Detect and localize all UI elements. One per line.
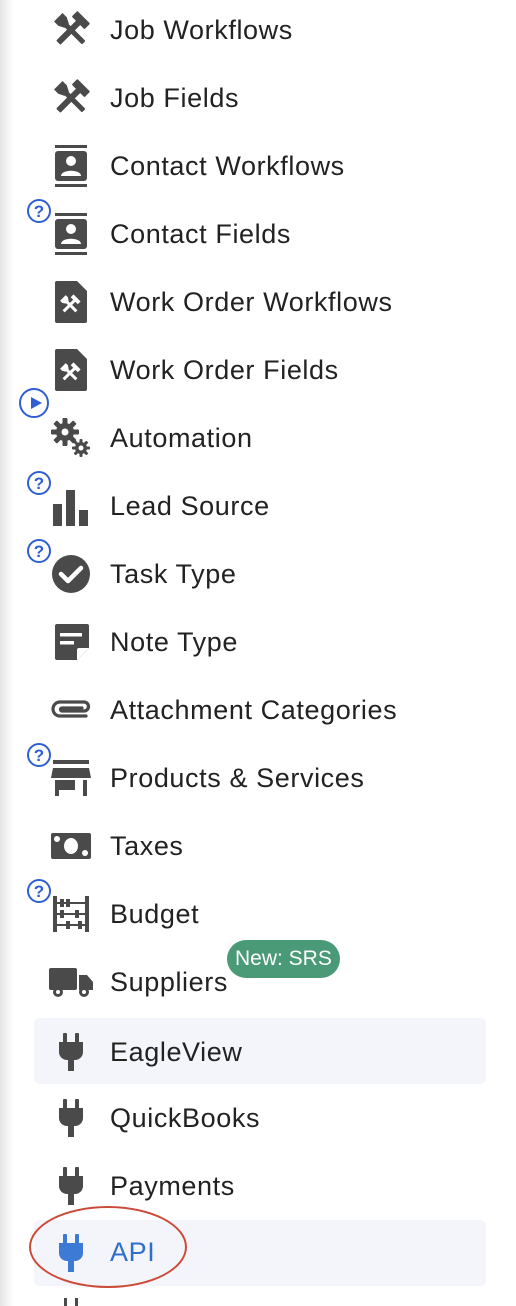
nav-item-label: Suppliers (110, 967, 228, 997)
help-icon[interactable]: ? (27, 199, 51, 223)
plug-icon (50, 1232, 92, 1274)
nav-item-contact-workflows[interactable]: Contact Workflows (34, 132, 486, 198)
nav-item-label: Work Order Workflows (110, 287, 393, 317)
nav-item-attachment-categories[interactable]: Attachment Categories (34, 676, 486, 742)
play-video-icon[interactable] (19, 388, 49, 418)
nav-item-label: API (110, 1237, 156, 1267)
help-icon[interactable]: ? (27, 743, 51, 767)
store-icon (50, 757, 92, 799)
work-order-icon (50, 349, 92, 391)
nav-item-label: Products & Services (110, 763, 365, 793)
nav-item-label: Work Order Fields (110, 355, 339, 385)
nav-item-task-type[interactable]: Task Type (34, 540, 486, 606)
new-feature-badge: New: SRS (227, 940, 340, 978)
paperclip-icon (50, 689, 92, 731)
nav-item-label: EagleView (110, 1037, 243, 1067)
nav-item-contact-fields[interactable]: Contact Fields (34, 200, 486, 266)
nav-item-label: Task Type (110, 559, 237, 589)
abacus-icon (50, 893, 92, 935)
nav-item-label: QuickBooks (110, 1103, 261, 1133)
help-icon[interactable]: ? (27, 539, 51, 563)
nav-item-label: Job Workflows (110, 15, 293, 45)
nav-item-label: Payments (110, 1171, 235, 1201)
nav-item-work-order-workflows[interactable]: Work Order Workflows (34, 268, 486, 334)
note-icon (50, 621, 92, 663)
nav-item-eagleview[interactable]: EagleView (34, 1018, 486, 1084)
nav-item-lead-source[interactable]: Lead Source (34, 472, 486, 538)
nav-item-automation[interactable]: Automation (34, 404, 486, 470)
nav-item-label: Note Type (110, 627, 238, 657)
tools-icon (50, 9, 92, 51)
nav-item-job-workflows[interactable]: Job Workflows (34, 0, 486, 62)
nav-item-label: Lead Source (110, 491, 270, 521)
nav-item-label: Job Fields (110, 83, 240, 113)
nav-item-label: Contact Fields (110, 219, 291, 249)
nav-item-quickbooks[interactable]: QuickBooks (34, 1084, 486, 1150)
contact-card-icon (50, 213, 92, 255)
nav-item-budget[interactable]: Budget (34, 880, 486, 946)
nav-item-label: Attachment Categories (110, 695, 398, 725)
help-icon[interactable]: ? (27, 879, 51, 903)
bar-chart-icon (50, 485, 92, 527)
settings-sidebar-nav: Job Workflows Job Fields Contact Workflo… (0, 0, 516, 1306)
nav-item-label: Contact Workflows (110, 151, 345, 181)
check-circle-icon (50, 553, 92, 595)
plug-icon (50, 1097, 92, 1139)
nav-item-work-order-fields[interactable]: Work Order Fields (34, 336, 486, 402)
nav-item-products-services[interactable]: Products & Services (34, 744, 486, 810)
nav-item-payments[interactable]: Payments (34, 1152, 486, 1218)
plug-icon (50, 1031, 92, 1073)
nav-item-note-type[interactable]: Note Type (34, 608, 486, 674)
tools-icon (50, 77, 92, 119)
gears-icon (50, 417, 92, 459)
help-icon[interactable]: ? (27, 471, 51, 495)
work-order-icon (50, 281, 92, 323)
nav-item-label: Automation (110, 423, 253, 453)
nav-item-taxes[interactable]: Taxes (34, 812, 486, 878)
truck-icon (48, 961, 94, 1003)
nav-item-label: Budget (110, 899, 200, 929)
plug-icon (64, 1298, 78, 1306)
plug-icon (50, 1165, 92, 1207)
nav-item-api[interactable]: API (34, 1220, 486, 1286)
contact-card-icon (50, 145, 92, 187)
money-icon (50, 825, 92, 867)
nav-item-label: Taxes (110, 831, 184, 861)
nav-item-job-fields[interactable]: Job Fields (34, 64, 486, 130)
